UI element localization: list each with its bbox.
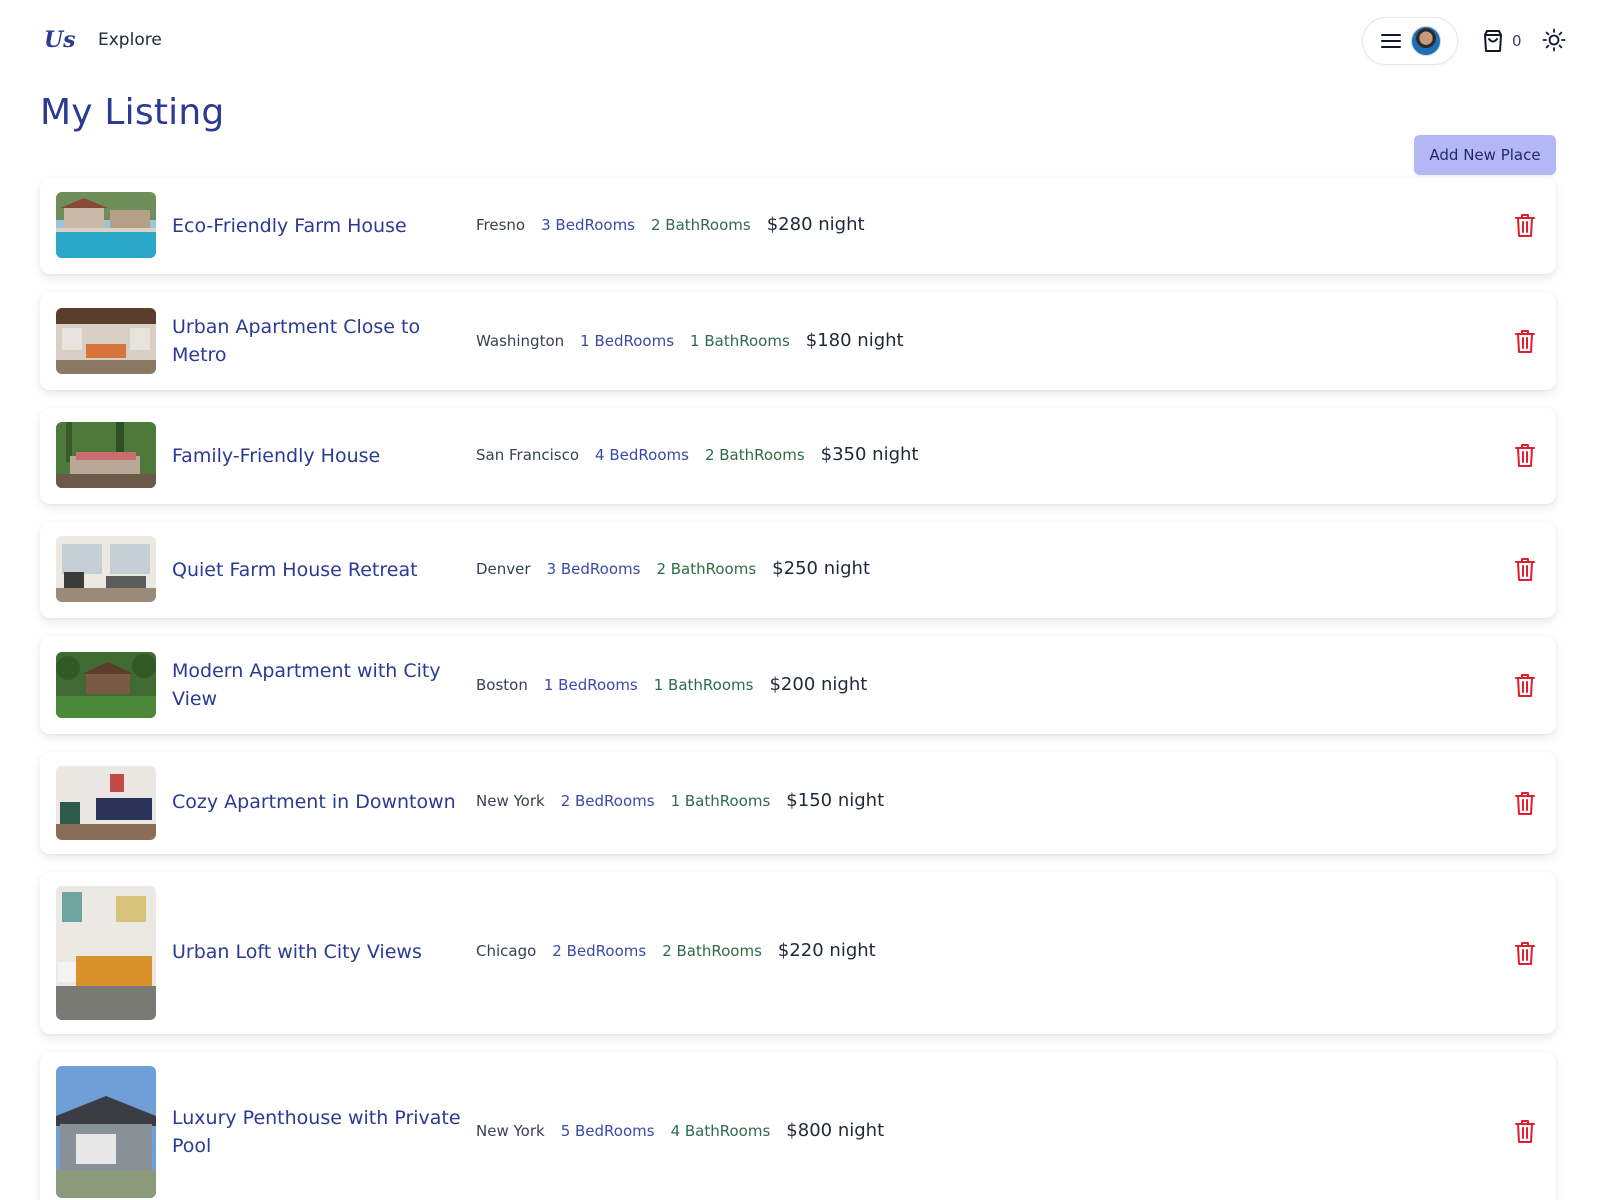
listing-thumbnail[interactable] [56, 886, 156, 1020]
listing-thumbnail[interactable] [56, 652, 156, 718]
listing-bedrooms: 2 BedRooms [552, 941, 647, 960]
listing-meta: Denver 3 BedRooms 2 BathRooms $250 night [476, 558, 870, 579]
listing-bathrooms: 1 BathRooms [690, 331, 790, 350]
trash-icon[interactable] [1514, 442, 1536, 468]
listing-bedrooms: 2 BedRooms [560, 791, 655, 810]
cart-button[interactable]: 0 [1482, 29, 1522, 53]
listing-bedrooms: 3 BedRooms [541, 215, 635, 234]
listing-bathrooms: 2 BathRooms [656, 559, 757, 578]
listing-bathrooms: 2 BathRooms [704, 445, 805, 464]
listing-card[interactable]: Urban Loft with City Views Chicago 2 Bed… [40, 872, 1556, 1034]
listing-card[interactable]: Urban Apartment Close to Metro Washingto… [40, 292, 1556, 390]
listing-meta: New York 5 BedRooms 4 BathRooms $800 nig… [476, 1120, 884, 1141]
listing-thumbnail[interactable] [56, 308, 156, 374]
listing-price: $200 night [769, 674, 868, 695]
listing-bathrooms: 4 BathRooms [670, 1121, 771, 1140]
listing-bedrooms: 4 BedRooms [595, 445, 689, 464]
listing-city: New York [476, 791, 545, 810]
listing-title[interactable]: Quiet Farm House Retreat [172, 556, 462, 584]
listing-price: $800 night [786, 1120, 885, 1141]
listing-card[interactable]: Luxury Penthouse with Private Pool New Y… [40, 1052, 1556, 1200]
listing-bedrooms: 5 BedRooms [560, 1121, 655, 1140]
listing-title[interactable]: Eco-Friendly Farm House [172, 212, 462, 240]
listing-bedrooms: 1 BedRooms [543, 675, 638, 694]
nav-explore-link[interactable]: Explore [98, 30, 162, 50]
listing-meta: Washington 1 BedRooms 1 BathRooms $180 n… [476, 330, 904, 351]
listing-title[interactable]: Urban Loft with City Views [172, 938, 462, 966]
top-navbar: Us Explore 0 [0, 0, 1600, 80]
add-new-place-button[interactable]: Add New Place [1414, 135, 1556, 175]
listing-city: San Francisco [476, 445, 580, 464]
trash-icon[interactable] [1514, 672, 1536, 698]
listing-card[interactable]: Quiet Farm House Retreat Denver 3 BedRoo… [40, 522, 1556, 618]
listing-title[interactable]: Family-Friendly House [172, 442, 462, 470]
listing-bedrooms: 1 BedRooms [580, 331, 675, 350]
listing-bathrooms: 1 BathRooms [670, 791, 771, 810]
listing-price: $220 night [777, 940, 876, 961]
listing-bathrooms: 2 BathRooms [662, 941, 762, 960]
listing-card[interactable]: Modern Apartment with City View Boston 1… [40, 636, 1556, 734]
listing-card[interactable]: Family-Friendly House San Francisco 4 Be… [40, 408, 1556, 504]
listing-price: $250 night [772, 558, 871, 579]
trash-icon[interactable] [1514, 1118, 1536, 1144]
listing-thumbnail[interactable] [56, 536, 156, 602]
listing-title[interactable]: Cozy Apartment in Downtown [172, 788, 462, 816]
trash-icon[interactable] [1514, 940, 1536, 966]
listing-price: $280 night [766, 214, 865, 235]
listing-price: $180 night [805, 330, 904, 351]
listing-price: $150 night [786, 790, 885, 811]
user-menu-button[interactable] [1362, 17, 1458, 65]
shopping-bag-icon [1484, 30, 1502, 52]
listing-title[interactable]: Urban Apartment Close to Metro [172, 313, 462, 369]
hamburger-icon [1381, 33, 1401, 49]
listing-card[interactable]: Cozy Apartment in Downtown New York 2 Be… [40, 752, 1556, 854]
listing-city: Boston [476, 675, 528, 694]
logo[interactable]: Us [44, 26, 76, 54]
trash-icon[interactable] [1514, 790, 1536, 816]
listing-title[interactable]: Luxury Penthouse with Private Pool [172, 1104, 462, 1160]
listing-title[interactable]: Modern Apartment with City View [172, 657, 462, 713]
listing-thumbnail[interactable] [56, 766, 156, 840]
listing-meta: San Francisco 4 BedRooms 2 BathRooms $35… [476, 444, 919, 465]
trash-icon[interactable] [1514, 328, 1536, 354]
avatar [1411, 26, 1441, 56]
cart-count: 0 [1512, 32, 1522, 50]
listing-city: Chicago [476, 941, 537, 960]
listing-thumbnail[interactable] [56, 192, 156, 258]
sun-icon[interactable] [1542, 28, 1566, 52]
trash-icon[interactable] [1514, 212, 1536, 238]
listing-city: Washington [476, 331, 565, 350]
listing-bathrooms: 1 BathRooms [653, 675, 754, 694]
listing-city: New York [476, 1121, 545, 1140]
page-title: My Listing [40, 92, 225, 133]
listing-meta: Boston 1 BedRooms 1 BathRooms $200 night [476, 674, 867, 695]
listing-meta: New York 2 BedRooms 1 BathRooms $150 nig… [476, 790, 884, 811]
listing-thumbnail[interactable] [56, 1066, 156, 1198]
listing-city: Fresno [476, 215, 526, 234]
listing-meta: Fresno 3 BedRooms 2 BathRooms $280 night [476, 214, 865, 235]
listing-meta: Chicago 2 BedRooms 2 BathRooms $220 nigh… [476, 940, 876, 961]
listing-city: Denver [476, 559, 531, 578]
trash-icon[interactable] [1514, 556, 1536, 582]
listing-thumbnail[interactable] [56, 422, 156, 488]
listing-price: $350 night [820, 444, 919, 465]
listing-card[interactable]: Eco-Friendly Farm House Fresno 3 BedRoom… [40, 178, 1556, 274]
listing-bedrooms: 3 BedRooms [546, 559, 641, 578]
listing-bathrooms: 2 BathRooms [651, 215, 751, 234]
